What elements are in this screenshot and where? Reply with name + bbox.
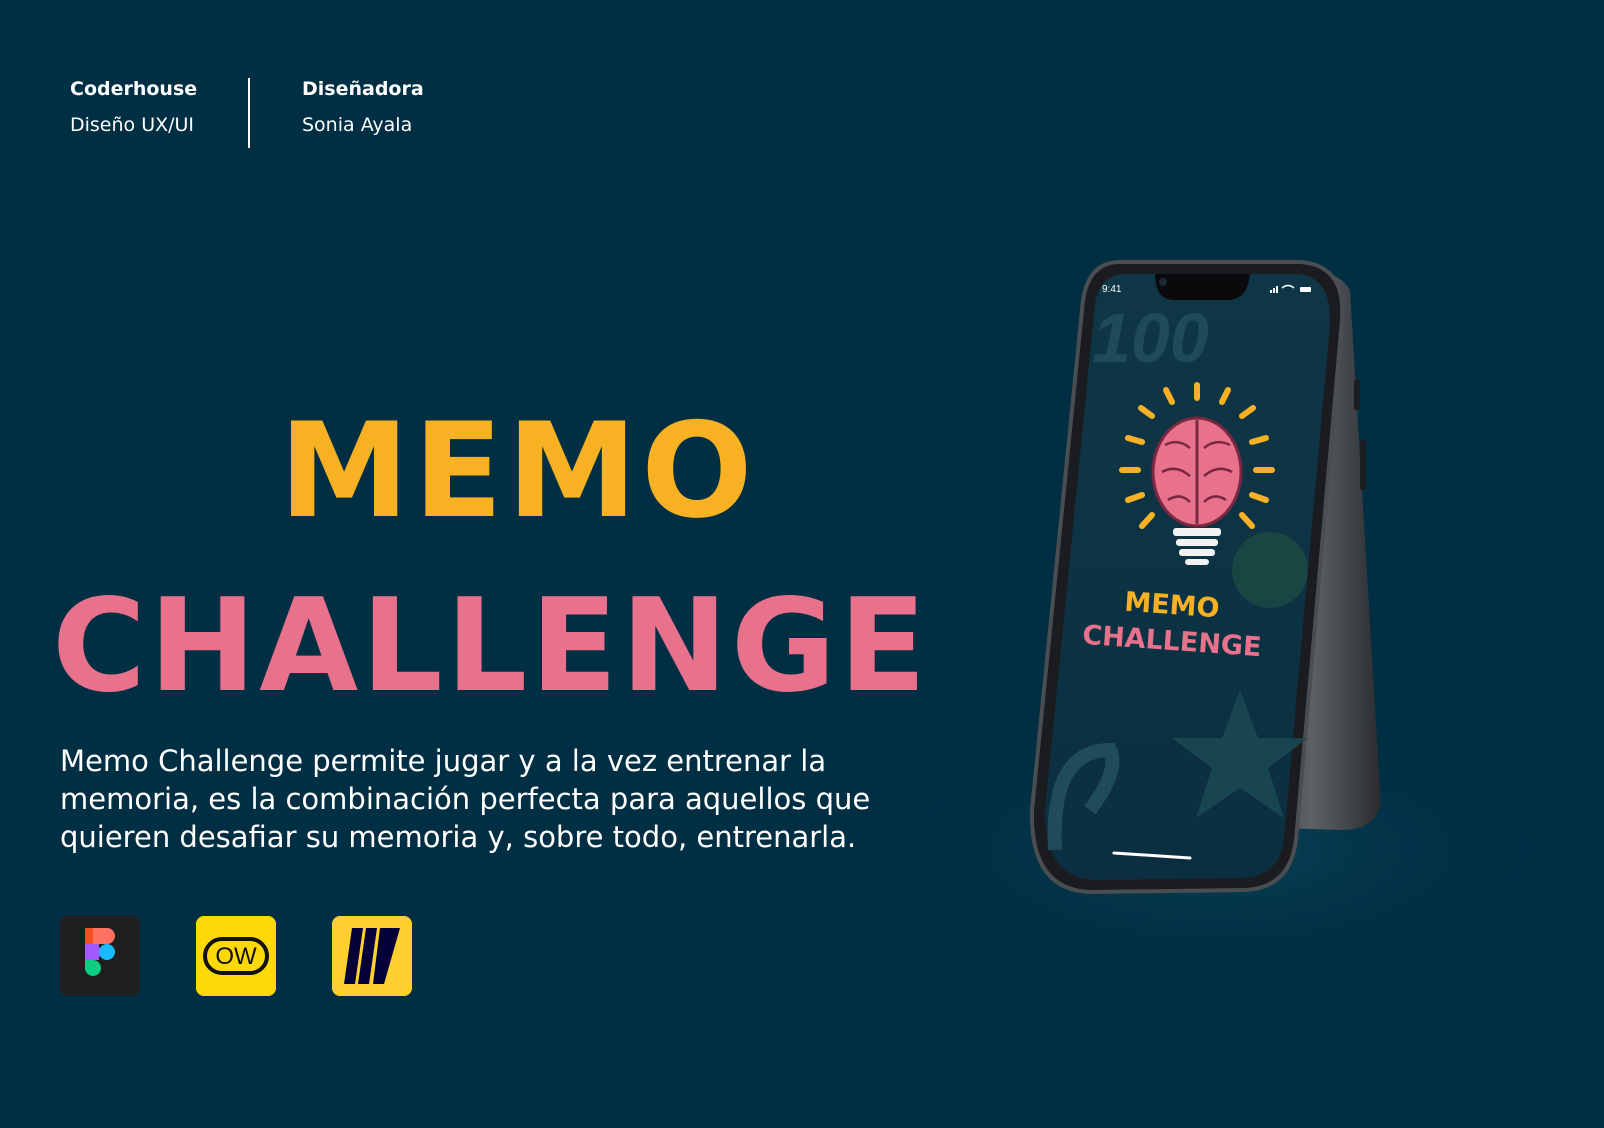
- header-divider: [248, 78, 250, 148]
- phone-button: [1354, 380, 1360, 410]
- phone-notch: [1155, 274, 1250, 300]
- battery-icon: [1300, 287, 1311, 292]
- figma-icon: [60, 916, 140, 996]
- gear-doodle: [1232, 532, 1308, 608]
- title-challenge: CHALLENGE: [52, 572, 930, 721]
- designer-label: Diseñadora: [302, 78, 424, 100]
- ow-text: OW: [215, 943, 257, 970]
- phone-mockup: 9:41 100 MEMO CHALLENGE: [860, 250, 1604, 1050]
- brain-icon: [1151, 416, 1243, 528]
- screen-title-memo: MEMO: [1123, 587, 1220, 625]
- project-description: Memo Challenge permite jugar y a la vez …: [60, 744, 871, 854]
- org-block: Coderhouse Diseño UX/UI: [70, 76, 197, 138]
- miro-icon: [332, 916, 412, 996]
- optimal-workshop-icon: OW: [196, 916, 276, 996]
- bg-number: 100: [1092, 299, 1209, 377]
- phone-button: [1360, 440, 1366, 490]
- designer-block: Diseñadora Sonia Ayala: [302, 76, 424, 138]
- status-time: 9:41: [1102, 284, 1122, 295]
- org-value: Diseño UX/UI: [70, 114, 195, 136]
- camera-icon: [1159, 278, 1167, 286]
- designer-name: Sonia Ayala: [302, 114, 413, 136]
- org-label: Coderhouse: [70, 78, 198, 100]
- title-memo: MEMO: [279, 394, 757, 547]
